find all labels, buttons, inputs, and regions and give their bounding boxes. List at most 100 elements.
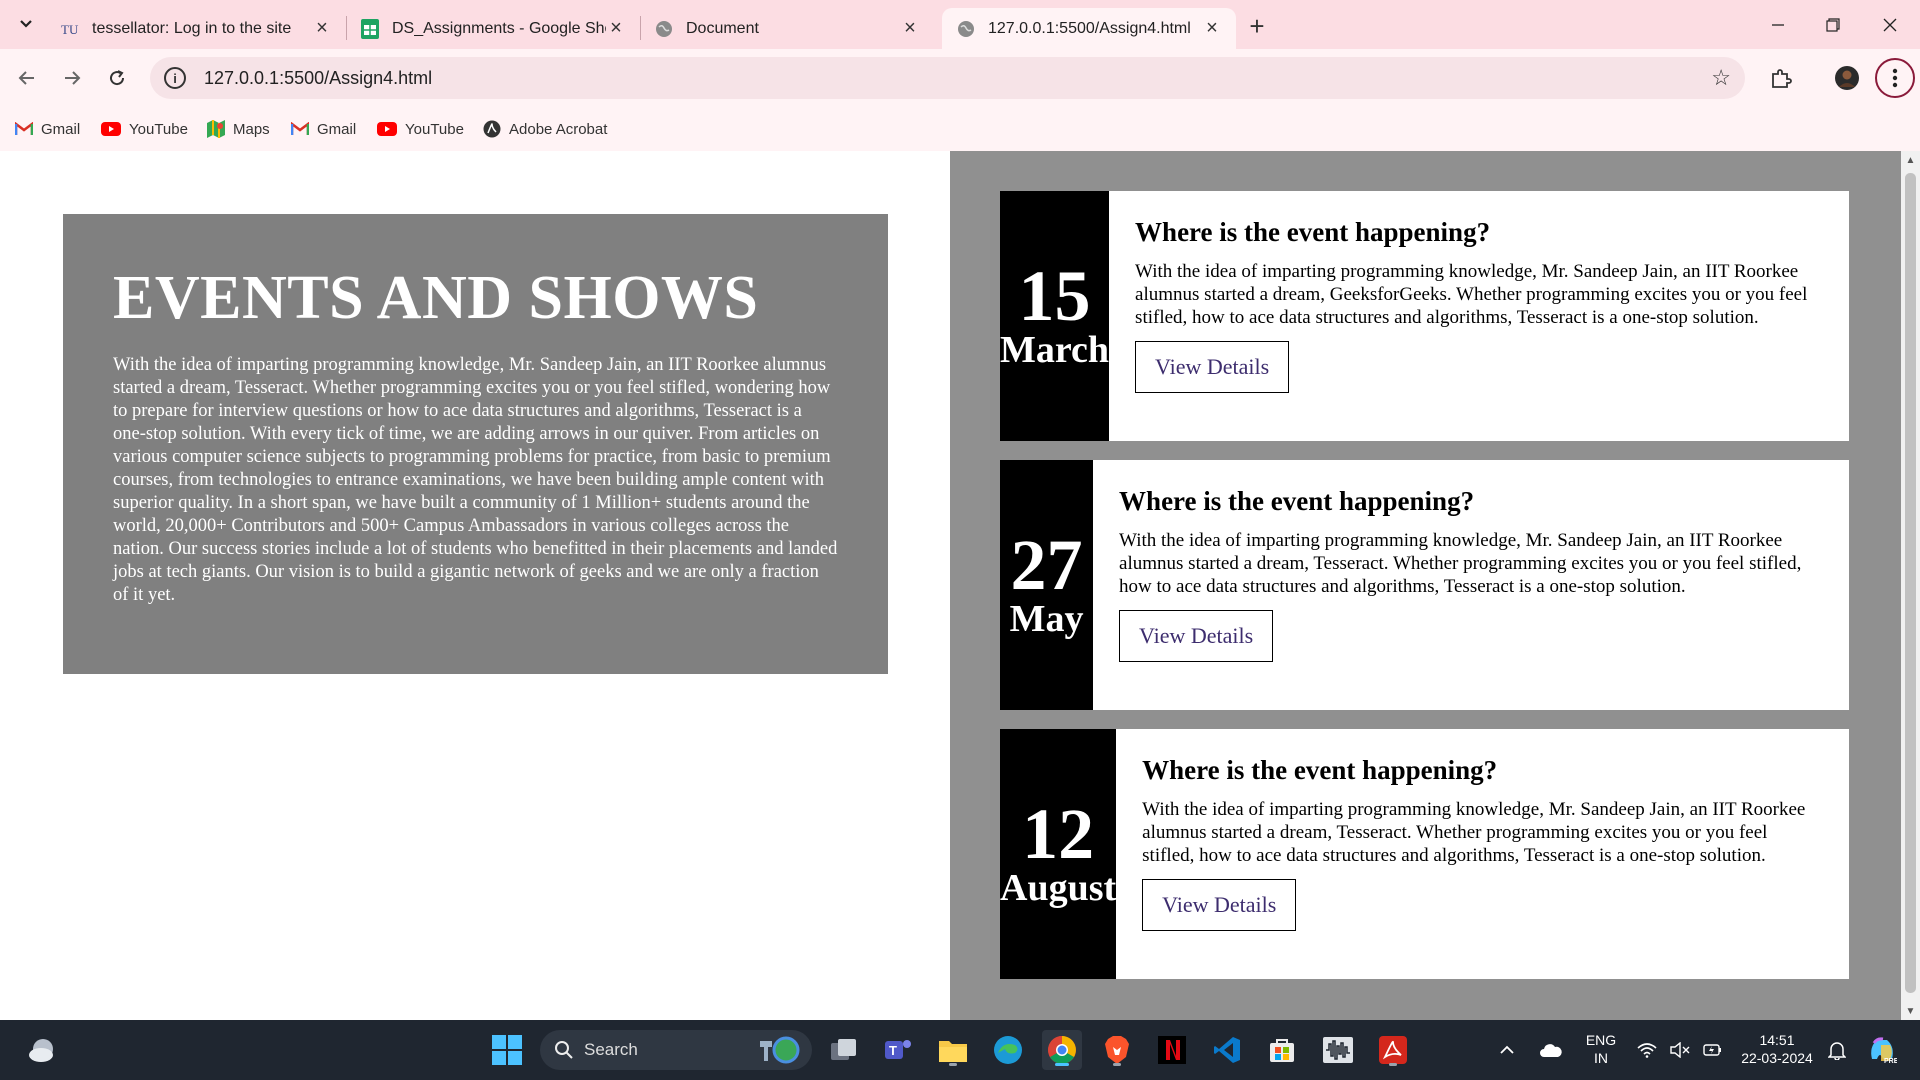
address-bar[interactable]: i 127.0.0.1:5500/Assign4.html ☆ <box>150 57 1745 99</box>
restore-button[interactable] <box>1813 10 1853 40</box>
event-title: Where is the event happening? <box>1119 486 1475 516</box>
globe-icon <box>956 19 976 39</box>
vscode-button[interactable] <box>1207 1030 1247 1070</box>
event-info: Where is the event happening? With the i… <box>1093 460 1849 710</box>
bookmark-star-icon[interactable]: ☆ <box>1711 65 1731 91</box>
chrome-menu-button[interactable] <box>1875 58 1915 98</box>
profile-button[interactable] <box>1830 61 1864 95</box>
weather-widget[interactable] <box>22 1030 62 1070</box>
clock[interactable]: 14:51 22-03-2024 <box>1732 1031 1822 1067</box>
brave-button[interactable] <box>1097 1030 1137 1070</box>
bookmark-gmail[interactable]: Gmail <box>291 117 356 141</box>
show-hidden-icons-button[interactable] <box>1492 1030 1522 1070</box>
file-explorer-button[interactable] <box>933 1030 973 1070</box>
more-vertical-icon <box>1892 68 1898 88</box>
tab-document[interactable]: Document × <box>640 8 934 49</box>
language-indicator[interactable]: ENG IN <box>1576 1031 1626 1067</box>
scroll-up-icon[interactable]: ▲ <box>1901 151 1920 169</box>
youtube-icon <box>101 122 121 136</box>
reload-icon <box>110 70 125 86</box>
tessellator-icon: TU <box>60 19 80 39</box>
scrollbar-thumb[interactable] <box>1905 173 1916 993</box>
avatar <box>1835 66 1859 90</box>
arrow-right-icon <box>65 71 81 85</box>
extensions-button[interactable] <box>1764 61 1798 95</box>
event-card: 15 March Where is the event happening? W… <box>1000 191 1849 441</box>
tab-tessellator[interactable]: TU tessellator: Log in to the site × <box>46 8 346 49</box>
gmail-icon <box>291 122 309 136</box>
task-view-button[interactable] <box>824 1030 864 1070</box>
bookmark-youtube[interactable]: YouTube <box>101 117 188 141</box>
page-title: EVENTS AND SHOWS <box>113 264 759 332</box>
minimize-button[interactable] <box>1758 10 1798 40</box>
search-placeholder: Search <box>584 1040 638 1059</box>
taskbar-search[interactable]: Search <box>540 1030 812 1070</box>
address-url[interactable]: 127.0.0.1:5500/Assign4.html <box>204 68 432 89</box>
forward-button[interactable] <box>55 61 89 95</box>
site-info-icon[interactable]: i <box>164 67 186 89</box>
event-month: August <box>1000 867 1117 909</box>
tab-ds-assignments[interactable]: DS_Assignments - Google Shee × <box>346 8 640 49</box>
back-button[interactable] <box>10 61 44 95</box>
running-indicator <box>1113 1063 1121 1066</box>
minimize-icon <box>1772 24 1784 26</box>
wifi-icon <box>1637 1043 1657 1058</box>
start-button[interactable] <box>487 1030 527 1070</box>
bookmark-adobe-acrobat[interactable]: Adobe Acrobat <box>483 117 607 141</box>
quick-settings-button[interactable] <box>1630 1030 1730 1070</box>
scroll-down-icon[interactable]: ▼ <box>1901 1002 1920 1020</box>
close-icon <box>1883 18 1897 32</box>
tab-search-button[interactable] <box>12 10 40 38</box>
chrome-button[interactable] <box>1042 1030 1082 1070</box>
netflix-button[interactable] <box>1152 1030 1192 1070</box>
teams-button[interactable]: T <box>878 1030 918 1070</box>
copilot-button[interactable]: PRE <box>1862 1030 1902 1070</box>
view-details-button[interactable]: View Details <box>1135 341 1290 393</box>
view-details-button[interactable]: View Details <box>1142 879 1297 931</box>
audio-app-button[interactable] <box>1318 1030 1358 1070</box>
onedrive-button[interactable] <box>1534 1030 1568 1070</box>
file-explorer-icon <box>939 1041 967 1062</box>
reload-button[interactable] <box>100 61 134 95</box>
store-button[interactable] <box>1262 1030 1302 1070</box>
close-icon[interactable]: × <box>606 17 626 39</box>
volume-muted-icon <box>1670 1042 1690 1058</box>
notifications-button[interactable] <box>1822 1030 1852 1070</box>
plus-icon: + <box>1249 10 1265 41</box>
search-highlight-icon <box>760 1036 800 1064</box>
event-info: Where is the event happening? With the i… <box>1109 191 1849 441</box>
event-month: May <box>1009 598 1084 640</box>
event-date: 15 March <box>1000 191 1110 441</box>
language-code: ENG <box>1585 1032 1617 1048</box>
tab-title: tessellator: Log in to the site <box>92 19 292 37</box>
event-description: With the idea of imparting programming k… <box>1142 799 1806 866</box>
bookmark-maps[interactable]: Maps <box>207 117 270 141</box>
windows-icon <box>492 1035 522 1065</box>
edge-button[interactable] <box>988 1030 1028 1070</box>
new-tab-button[interactable]: + <box>1243 10 1271 41</box>
close-icon[interactable]: × <box>900 17 920 39</box>
event-title: Where is the event happening? <box>1142 755 1498 785</box>
view-details-button[interactable]: View Details <box>1119 610 1274 662</box>
event-date: 27 May <box>1000 460 1094 710</box>
netflix-icon <box>1158 1036 1186 1064</box>
bookmark-label: Gmail <box>317 120 357 138</box>
running-indicator <box>949 1063 957 1066</box>
close-window-button[interactable] <box>1870 10 1910 40</box>
vertical-scrollbar[interactable]: ▲ ▼ <box>1901 151 1920 1020</box>
svg-text:TU: TU <box>61 22 79 37</box>
bookmark-gmail[interactable]: Gmail <box>15 117 80 141</box>
event-card: 27 May Where is the event happening? Wit… <box>1000 460 1849 710</box>
event-day: 12 <box>1022 794 1095 874</box>
windows-taskbar: Search T ENG IN 14:51 22-03-2024 PRE <box>0 1020 1920 1080</box>
event-card: 12 August Where is the event happening? … <box>1000 729 1849 979</box>
close-icon[interactable]: × <box>1202 17 1222 39</box>
tab-title: 127.0.0.1:5500/Assign4.html <box>988 19 1191 37</box>
tab-assign4[interactable]: 127.0.0.1:5500/Assign4.html × <box>942 8 1236 49</box>
event-day: 27 <box>1010 525 1083 605</box>
close-icon[interactable]: × <box>312 17 332 39</box>
bookmark-label: Gmail <box>41 120 81 138</box>
bookmark-youtube[interactable]: YouTube <box>377 117 464 141</box>
arrow-left-icon <box>18 71 34 85</box>
acrobat-button[interactable] <box>1373 1030 1413 1070</box>
